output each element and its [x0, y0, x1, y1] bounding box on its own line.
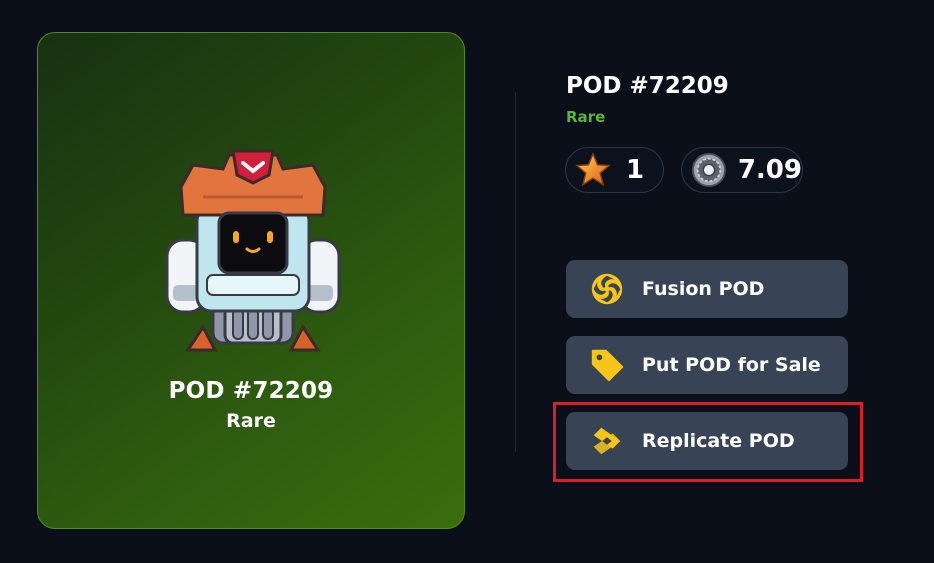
replicate-pod-label: Replicate POD	[642, 430, 795, 452]
star-stat-value: 1	[626, 155, 645, 185]
pod-card: POD #72209 Rare	[37, 32, 465, 529]
vertical-divider	[515, 92, 516, 452]
star-icon	[575, 151, 611, 187]
replicate-icon	[593, 427, 621, 455]
gear-coin-icon	[691, 152, 726, 188]
coin-stat-badge: 7.09	[681, 147, 803, 193]
card-title: POD #72209	[168, 378, 334, 404]
put-pod-for-sale-button[interactable]: Put POD for Sale	[566, 336, 848, 394]
robot-pod-icon	[165, 149, 341, 352]
replicate-pod-button[interactable]: Replicate POD	[566, 412, 848, 470]
star-stat-badge: 1	[565, 147, 664, 193]
fusion-pod-label: Fusion POD	[642, 278, 765, 300]
rarity-label: Rare	[566, 108, 606, 126]
fusion-swirl-icon	[591, 273, 623, 305]
fusion-pod-button[interactable]: Fusion POD	[566, 260, 848, 318]
price-tag-icon	[591, 349, 624, 382]
page-title: POD #72209	[566, 73, 729, 99]
put-pod-for-sale-label: Put POD for Sale	[642, 354, 821, 376]
card-rarity: Rare	[226, 410, 276, 432]
coin-stat-value: 7.09	[737, 155, 802, 185]
